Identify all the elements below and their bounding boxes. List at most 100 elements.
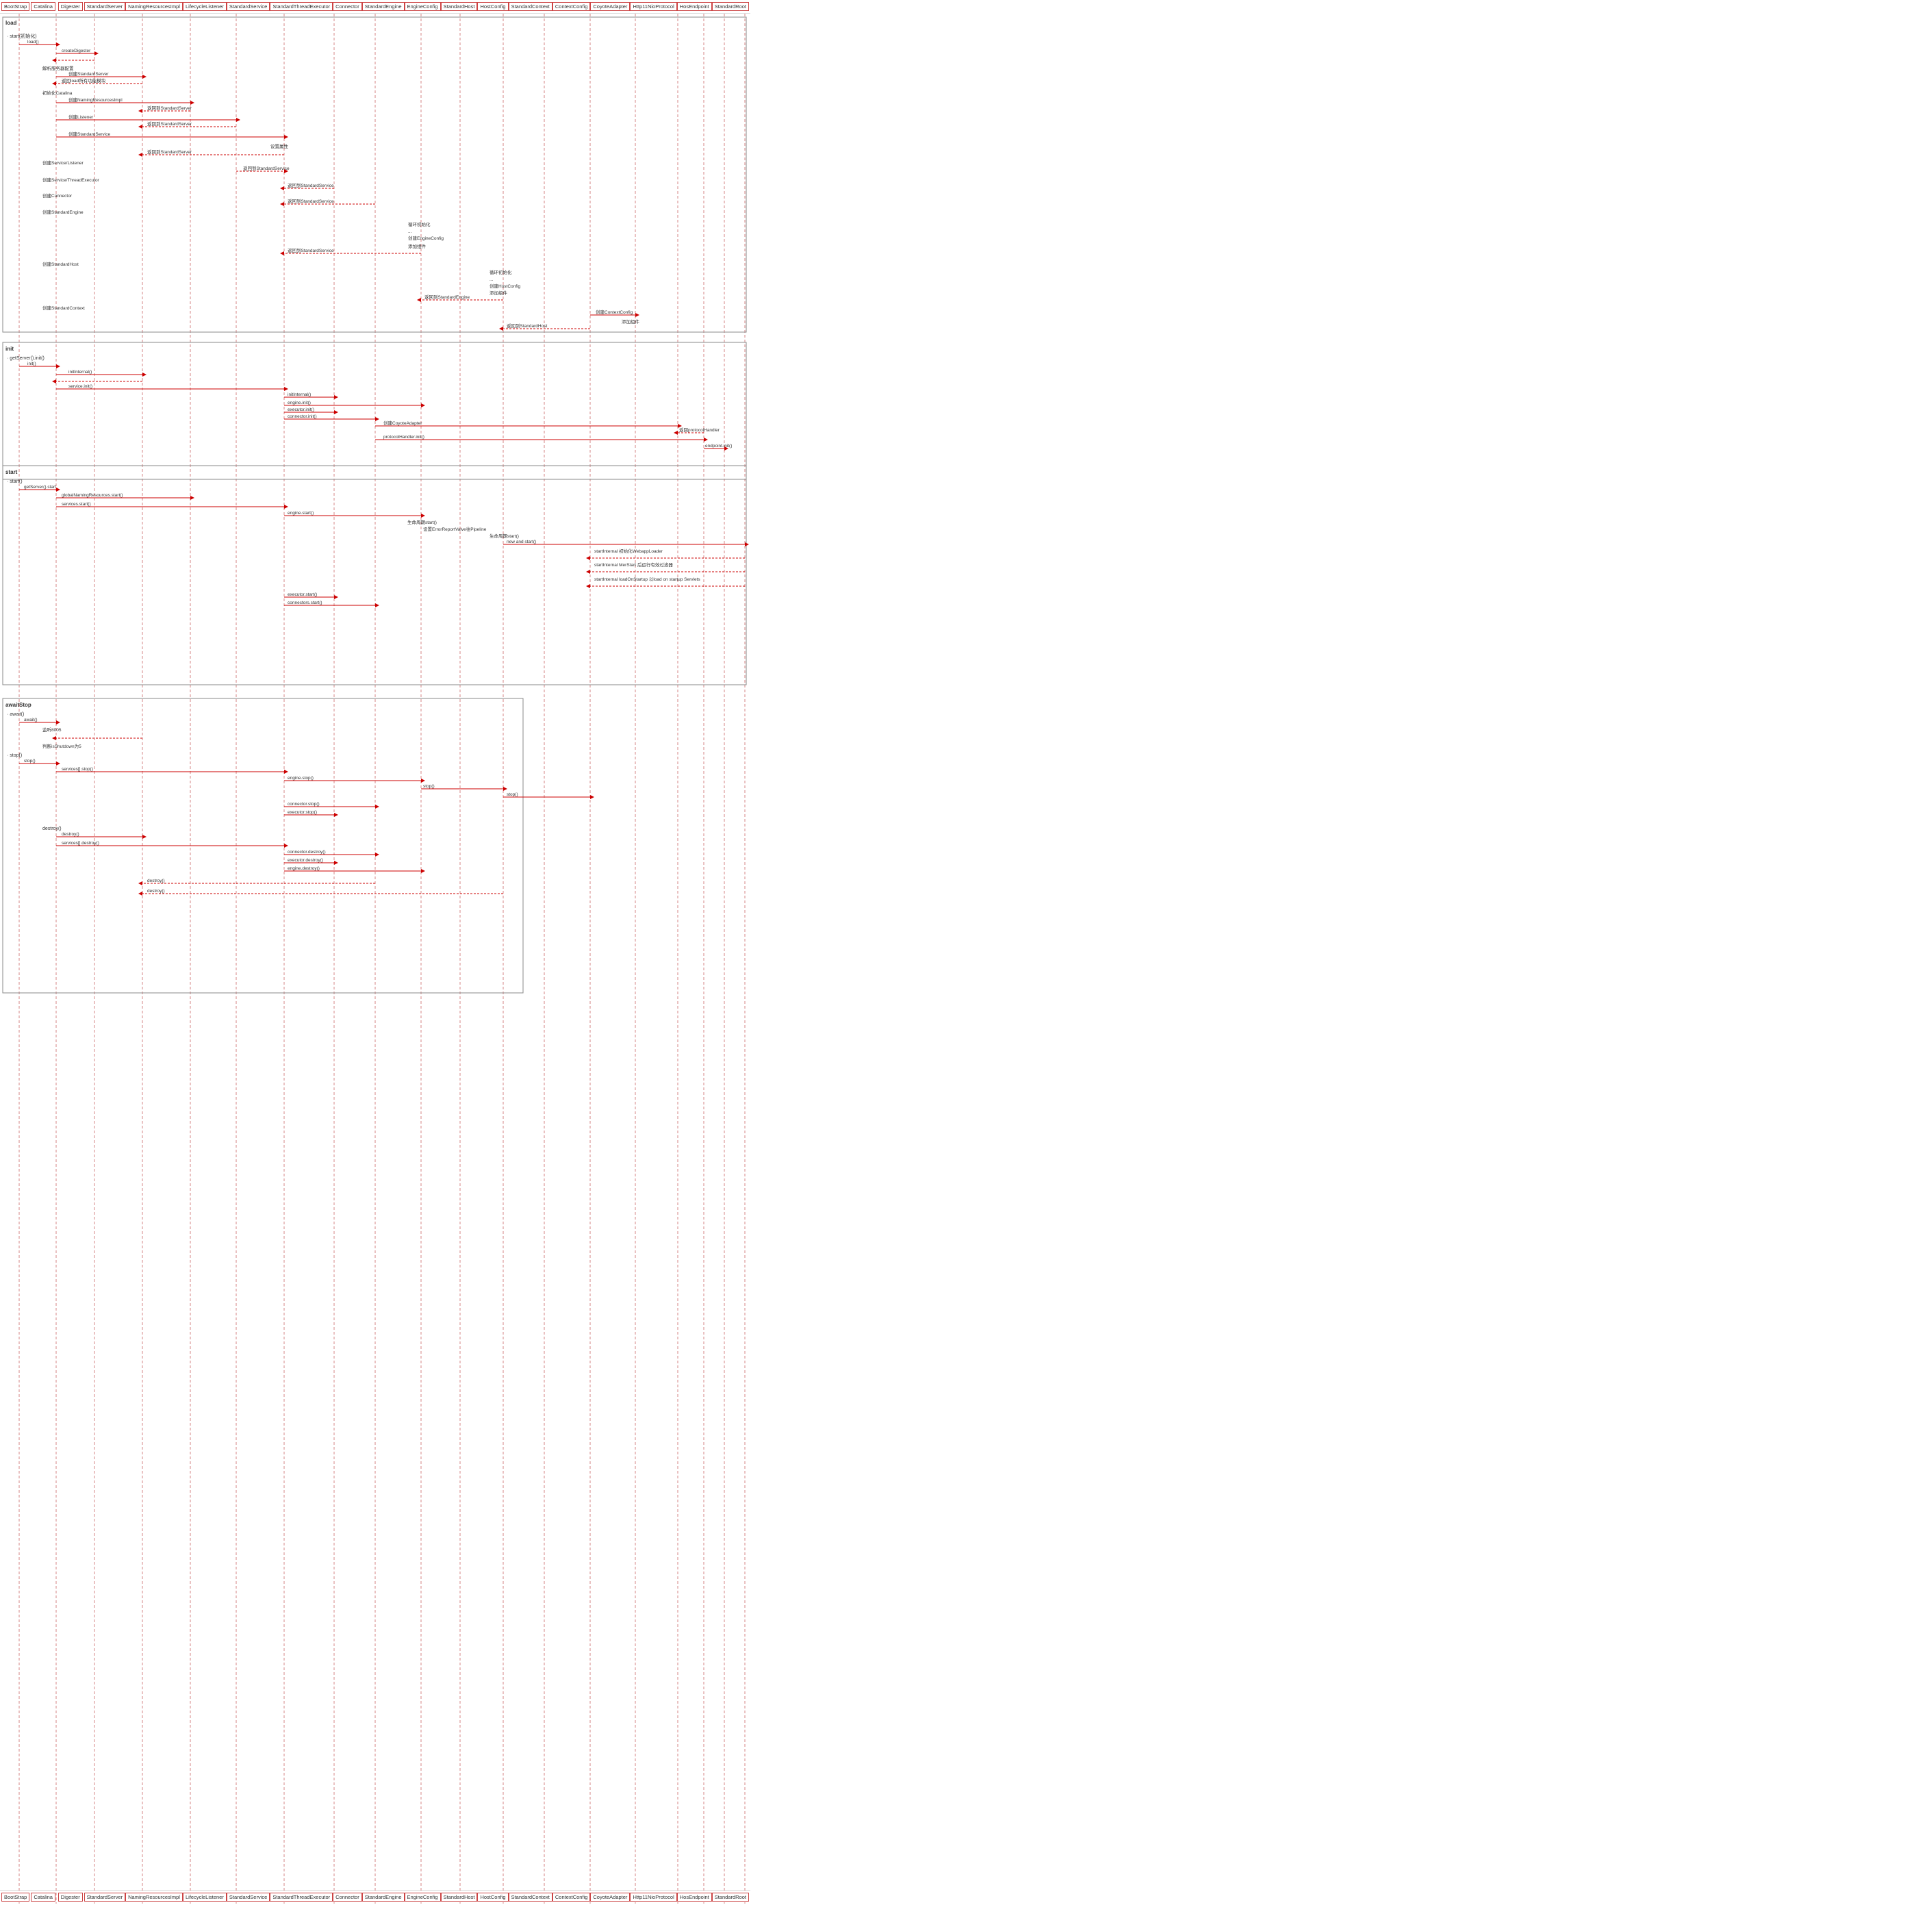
msg-return-sc: 返回到StandardHost [507,323,547,329]
load-label: load [5,20,17,26]
arrow-head-initinternal-service [334,395,338,399]
arrow-head-service-init [284,387,288,391]
arrow-head-return-destroy [138,881,142,885]
sequence-diagram: BootStrap Catalina Digester StandardServ… [0,0,753,1904]
msg-pipeline: 设置ErrorReportValve往Pipeline [423,526,487,532]
actor-connector-top: Connector [333,2,362,11]
arrow-head-stop [56,761,60,766]
actor-standardthreadexecutor-top: StandardThreadExecutor [270,2,333,11]
msg-create-se: 创建StandardEngine [42,209,84,215]
arrow-head-return-connector [280,202,284,206]
arrow-head-create-ss [142,75,147,79]
actor-standardservice-bottom: StandardService [227,1893,270,1902]
actor-standardservice-top: StandardService [227,2,270,11]
arrow-head-return-te [280,186,284,190]
awaitstop-label: awaitStop [5,702,31,708]
arrow-head-initinternal-ss [142,373,147,377]
msg-startinternal-load: startInternal loadOnStartup 以load on sta… [594,577,700,582]
arrow-head-return-service [138,153,142,157]
msg-context-stop: stop() [507,792,518,797]
msg-executor-destroy: executor.destroy() [288,858,323,863]
arrow-head-return-webapp [586,556,590,560]
msg-return-naming: 返回到StandardServer [147,105,192,111]
msg-getserver-start: getServer().start [24,485,56,490]
msg-add-component: 添加组件 [408,243,427,249]
msg-stop-section: · stop() [7,753,22,758]
actor-catalina-top: Catalina [31,2,55,11]
actor-standardserver-top: StandardServer [84,2,126,11]
top-actor-bar: BootStrap Catalina Digester StandardServ… [0,0,750,14]
msg-services-stop: services[].stop() [62,767,93,772]
msg-create-connector: 创建Connector [42,192,73,199]
msg-engine-start: engine.start() [288,511,314,516]
msg-listener: 创建Listener [68,114,94,120]
arrow-head-namingresources [190,101,194,105]
actor-bootstrap-bottom: BootStrap [1,1893,29,1902]
arrow-head-connector-stop [375,805,379,809]
bottom-actor-bar: BootStrap Catalina Digester StandardServ… [0,1890,750,1904]
msg-awaitstop: · await() [7,712,24,717]
actor-lifecyclelistener-top: LifecycleListener [183,2,227,11]
msg-start-section: · start() [7,479,23,484]
msg-lifecycle-start: 生命周期start() [407,519,437,525]
actor-namingresourcesimpl-bottom: NamingResourcesImpl [125,1893,183,1902]
msg-connector-stop: connector.stop() [288,802,320,807]
arrow-head-getserver-start [56,488,60,492]
msg-parse-server: 解析服务器配置 [42,65,74,71]
msg-create-sh: 创建StandardHost [42,261,79,267]
arrow-head-await [56,720,60,724]
msg-set-props-service: 设置属性 [270,143,289,149]
actor-http11nioprotocol-bottom: Http11NioProtocol [630,1893,676,1902]
msg-create-ss: 创建StandardServer [68,71,109,77]
arrow-head-executor-stop [334,813,338,817]
arrow-head-engine-init [421,403,425,407]
msg-destroy: destroy() [62,832,79,837]
arrow-head-return-listen [52,736,56,740]
arrow-head-engine-stop [421,779,425,783]
msg-add-component-host: 添加组件 [490,290,508,296]
msg-loop-init-host: 循环初始化 [490,269,512,275]
msg-return-protocol: 返回protocolHandler [679,427,720,433]
arrow-head-createdigester [94,51,99,55]
msg-createdigester: createDigester [62,49,91,53]
msg-globalnaming-start: globalNamingResources.start() [62,493,123,498]
msg-return-sl: 返回到StandardService [243,166,290,171]
start-label: start [5,469,18,475]
msg-init-start: · getServer().init() [7,356,45,361]
actor-standardroot-bottom: StandardRoot [712,1893,749,1902]
msg-coyoteadapter: 创建CoyoteAdapter [383,420,422,426]
arrow-head-return-initinternal [52,379,56,383]
msg-return-se: 返回到StandardService [288,248,334,253]
init-frame [3,342,746,479]
msg-return-destroy2: destroy() [147,889,165,894]
msg-engine-stop: engine.stop() [288,776,314,781]
actor-namingresourcesimpl-top: NamingResourcesImpl [125,2,183,11]
init-label: init [5,346,14,352]
actor-coyoteadapter-bottom: CoyoteAdapter [590,1893,630,1902]
arrow-head-connector-destroy [375,853,379,857]
arrow-head-new-start [745,542,749,546]
arrow-head-load [56,42,60,47]
arrow-head-executor-start [334,595,338,599]
arrow-head-return-naming [138,109,142,113]
msg-connector-destroy: connector.destroy() [288,850,326,855]
actor-engineconfig-bottom: EngineConfig [405,1893,441,1902]
arrow-head-init [56,364,60,368]
arrow-head-ss [284,135,288,139]
sequence-diagram-svg: load · start(初始化) load() createDigester … [0,14,750,1904]
msg-return-te: 返回到StandardService [288,183,334,188]
actor-standardcontext-bottom: StandardContext [509,1893,552,1902]
arrow-head-return-sh [417,298,421,302]
msg-destroy-section: destroy() [42,826,62,831]
start-frame [3,466,746,685]
msg-protocolhandler-init: protocolHandler.init() [383,435,424,440]
actor-engineconfig-top: EngineConfig [405,2,441,11]
msg-namingresources: 创建NamingResourcesImpl [68,97,123,103]
msg-stop: stop() [24,759,36,763]
msg-isshutdown: 判断isShutdown为5 [42,743,81,749]
msg-service-init: service.init() [68,384,92,389]
msg-return-sh: 返回到StandardEngine [424,294,470,300]
msg-return-service: 返回到StandardServer [147,149,192,155]
actor-standardserver-bottom: StandardServer [84,1893,126,1902]
msg-host-stop: stop() [423,784,435,789]
